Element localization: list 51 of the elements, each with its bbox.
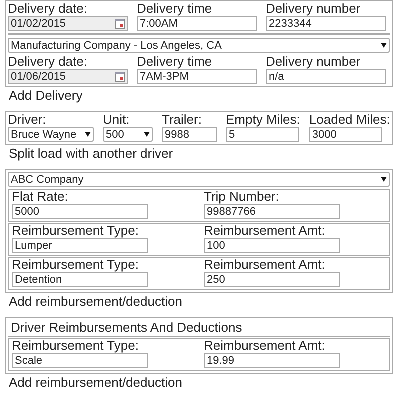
- input-field[interactable]: 2233344: [266, 16, 386, 31]
- input-field[interactable]: Scale: [12, 353, 148, 368]
- field-label: Reimbursement Amt:: [204, 339, 326, 353]
- add-reimbursement-link[interactable]: Add reimbursement/deduction: [9, 375, 393, 390]
- split-load-link[interactable]: Split load with another driver: [9, 146, 393, 161]
- input-field[interactable]: 9988: [162, 127, 217, 142]
- field-label: Reimbursement Type:: [12, 258, 140, 272]
- input-field[interactable]: n/a: [266, 69, 386, 84]
- caret-icon: [144, 132, 150, 137]
- field-label: Delivery date:: [8, 55, 88, 69]
- section-title: Driver Reimbursements And Deductions: [8, 319, 390, 337]
- input-field[interactable]: 3000: [309, 127, 382, 142]
- field-label: Reimbursement Amt:: [204, 224, 326, 238]
- company-dropdown[interactable]: ABC Company: [8, 172, 390, 187]
- caret-icon: [85, 132, 91, 137]
- field-label: Empty Miles:: [226, 113, 300, 127]
- input-field[interactable]: 5: [226, 127, 299, 142]
- field-label: Reimbursement Type:: [12, 224, 140, 238]
- input-field[interactable]: Detention: [12, 272, 148, 287]
- dropdown[interactable]: Bruce Wayne: [8, 127, 94, 142]
- field-label: Trip Number:: [204, 190, 280, 204]
- input-field[interactable]: 250: [204, 272, 340, 287]
- date-field[interactable]: 01/06/2015: [8, 69, 128, 84]
- input-field[interactable]: 100: [204, 238, 340, 253]
- caret-icon: [381, 43, 387, 48]
- field-label: Loaded Miles:: [309, 113, 390, 127]
- input-field[interactable]: 7AM-3PM: [137, 69, 257, 84]
- input-field[interactable]: Lumper: [12, 238, 148, 253]
- field-label: Reimbursement Type:: [12, 339, 140, 353]
- field-label: Delivery time: [137, 55, 214, 69]
- field-label: Trailer:: [162, 113, 203, 127]
- field-label: Delivery number: [266, 2, 362, 16]
- field-label: Driver:: [8, 113, 48, 127]
- field-label: Reimbursement Amt:: [204, 258, 326, 272]
- input-field[interactable]: 19.99: [204, 353, 340, 368]
- dropdown[interactable]: 500: [103, 127, 153, 142]
- input-field[interactable]: 7:00AM: [137, 16, 257, 31]
- input-field[interactable]: 5000: [12, 204, 148, 219]
- field-label: Delivery date:: [8, 2, 88, 16]
- field-label: Delivery number: [266, 55, 362, 69]
- add-reimbursement-link[interactable]: Add reimbursement/deduction: [9, 294, 393, 309]
- calendar-icon: [115, 72, 125, 82]
- input-field[interactable]: 99887766: [204, 204, 340, 219]
- calendar-icon: [115, 18, 125, 28]
- company-dropdown[interactable]: Manufacturing Company - Los Angeles, CA: [8, 38, 390, 53]
- field-label: Delivery time: [137, 2, 214, 16]
- caret-icon: [381, 177, 387, 182]
- field-label: Unit:: [103, 113, 131, 127]
- date-field[interactable]: 01/02/2015: [8, 16, 128, 31]
- field-label: Flat Rate:: [12, 190, 70, 204]
- add-delivery-link[interactable]: Add Delivery: [9, 88, 393, 103]
